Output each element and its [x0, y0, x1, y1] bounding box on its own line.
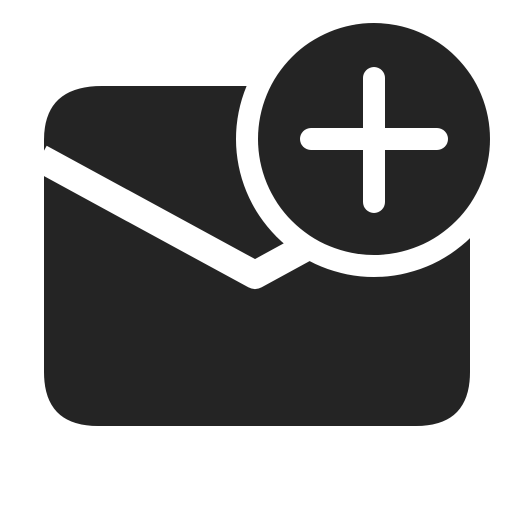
plus-badge-icon	[258, 23, 490, 255]
mail-add-icon	[33, 23, 490, 426]
icon-canvas	[0, 0, 512, 512]
